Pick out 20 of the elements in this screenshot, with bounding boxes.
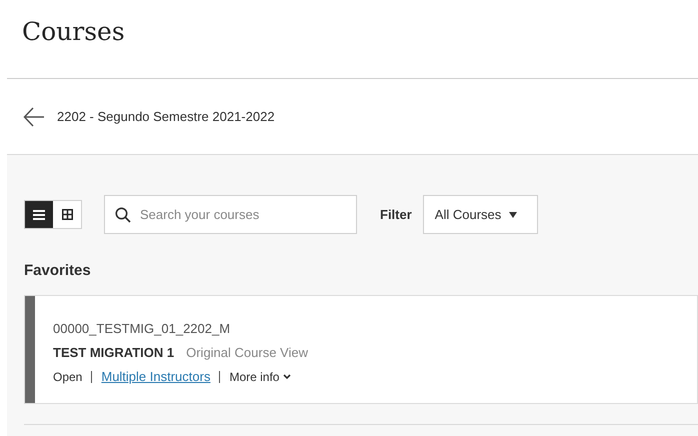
list-view-button[interactable]	[25, 201, 53, 228]
filter-dropdown[interactable]: All Courses	[422, 195, 538, 234]
course-view-label: Original Course View	[186, 344, 308, 362]
search-icon	[115, 206, 131, 222]
list-icon	[33, 210, 45, 220]
term-label: 2202 - Segundo Semestre 2021-2022	[57, 108, 275, 126]
search-box[interactable]: Search your courses	[104, 195, 357, 234]
grid-icon	[62, 209, 72, 220]
course-name-link[interactable]: TEST MIGRATION 1	[53, 344, 174, 362]
section-title: Favorites	[24, 261, 92, 281]
filter-label: Filter	[380, 206, 412, 224]
page-title: Courses	[22, 16, 126, 48]
more-info-button[interactable]: More info	[229, 368, 292, 386]
course-status: Open	[53, 368, 82, 386]
chevron-down-icon	[283, 374, 292, 380]
course-id: 00000_TESTMIG_01_2202_M	[53, 320, 232, 338]
instructors-link[interactable]: Multiple Instructors	[101, 368, 210, 386]
caret-icon	[509, 212, 518, 218]
back-arrow-icon[interactable]	[23, 106, 45, 128]
search-field[interactable]: Search your courses	[140, 204, 346, 224]
